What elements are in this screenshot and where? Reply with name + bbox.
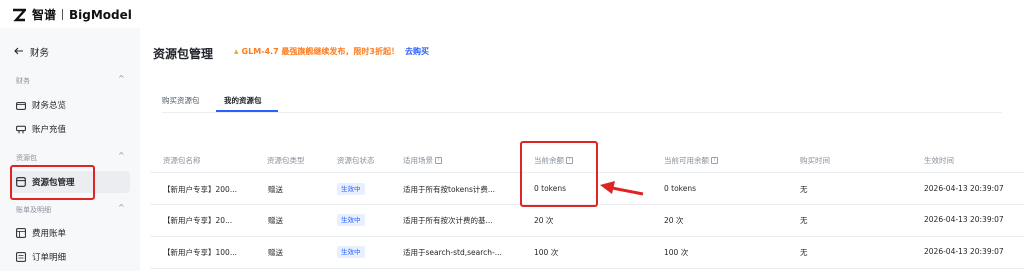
chevron-up-icon[interactable]: ^ <box>118 151 125 160</box>
column-header: 生效时间 <box>924 156 954 165</box>
status-badge: 生效中 <box>337 246 365 258</box>
folder-icon <box>16 100 26 110</box>
sidebar-group-title: 账单及明细 <box>16 206 51 214</box>
back-label: 财务 <box>30 48 50 59</box>
sidebar-group-title: 财务 <box>16 77 30 85</box>
bill-icon <box>16 228 26 238</box>
back-link[interactable]: 财务 <box>14 45 49 59</box>
zhipu-logo-icon <box>12 8 26 22</box>
sidebar-item-label: 订单明细 <box>32 253 67 263</box>
sidebar-item-label: 费用账单 <box>32 229 67 239</box>
top-bar: 智谱 BigModel <box>0 0 1024 28</box>
column-header: 资源包名称 <box>163 156 201 165</box>
row-divider <box>150 236 1024 237</box>
package-type: 赠送 <box>268 216 283 225</box>
effective-time: 2026-04-13 20:39:07 <box>924 247 1004 256</box>
package-name: 【新用户专享】20... <box>163 216 233 225</box>
effective-time: 2026-04-13 20:39:07 <box>924 215 1004 224</box>
sidebar: 财务 财务 ^ 财务总览 账户充值 资源包 ^ 资源包管理 账单及明细 ^ 费用… <box>0 28 140 271</box>
current-balance: 100 次 <box>534 248 559 257</box>
brand-logo[interactable]: 智谱 BigModel <box>12 6 132 23</box>
available-balance: 0 tokens <box>664 184 697 193</box>
effective-time: 2026-04-13 20:39:07 <box>924 184 1004 193</box>
promo-buy-link[interactable]: 去购买 <box>405 46 429 57</box>
tab-bar: 购买资源包 我的资源包 <box>162 92 1002 113</box>
package-name: 【新用户专享】200... <box>163 185 237 194</box>
package-scene: 适用于所有按次计费的基... <box>403 216 493 225</box>
row-divider <box>150 268 1024 269</box>
package-name: 【新用户专享】100... <box>163 248 237 257</box>
tab-divider <box>162 112 1002 113</box>
tab-buy-package[interactable]: 购买资源包 <box>162 95 200 106</box>
promo-banner: ▴ GLM-4.7 最强旗舰继续发布，限时3折起！ 去购买 <box>234 46 429 57</box>
highlight-box <box>10 165 95 200</box>
package-scene: 适用于search-std,search-... <box>403 248 502 257</box>
column-header: 适用场景 i <box>403 155 442 166</box>
arrow-left-icon <box>14 47 24 58</box>
current-balance: 20 次 <box>534 216 554 225</box>
chevron-up-icon[interactable]: ^ <box>118 74 125 83</box>
status-badge: 生效中 <box>337 183 365 195</box>
main-content: 资源包管理 ▴ GLM-4.7 最强旗舰继续发布，限时3折起！ 去购买 购买资源… <box>140 28 1024 271</box>
status-badge: 生效中 <box>337 214 365 226</box>
purchase-time: 无 <box>800 216 808 225</box>
purchase-time: 无 <box>800 185 808 194</box>
sidebar-item-orders[interactable]: 订单明细 <box>10 246 130 268</box>
column-header: 资源包类型 <box>267 156 305 165</box>
chevron-up-icon[interactable]: ^ <box>118 203 125 212</box>
sidebar-group-title: 资源包 <box>16 154 37 162</box>
brand-cn: 智谱 <box>32 8 57 22</box>
promo-text: GLM-4.7 最强旗舰继续发布，限时3折起！ <box>241 47 399 56</box>
info-icon[interactable]: i <box>711 157 718 164</box>
sidebar-item-label: 财务总览 <box>32 101 67 111</box>
fire-icon: ▴ <box>234 46 239 57</box>
sidebar-item-label: 账户充值 <box>32 125 67 135</box>
page-title: 资源包管理 <box>153 47 214 61</box>
package-scene: 适用于所有按tokens计费... <box>403 185 496 194</box>
available-balance: 100 次 <box>664 248 689 257</box>
package-type: 赠送 <box>268 248 283 257</box>
arrow-left-annotation-icon <box>598 180 644 203</box>
column-header: 当前可用余额 i <box>664 155 718 166</box>
sidebar-item-bills[interactable]: 费用账单 <box>10 222 130 244</box>
purchase-time: 无 <box>800 248 808 257</box>
tab-my-packages[interactable]: 我的资源包 <box>224 95 262 106</box>
available-balance: 20 次 <box>664 216 684 225</box>
brand-en: BigModel <box>69 7 132 22</box>
info-icon[interactable]: i <box>435 157 442 164</box>
brand-divider <box>62 9 64 20</box>
sidebar-item-recharge[interactable]: 账户充值 <box>10 118 130 140</box>
sidebar-item-finance-overview[interactable]: 财务总览 <box>10 94 130 116</box>
order-icon <box>16 252 26 262</box>
package-type: 赠送 <box>268 185 283 194</box>
wallet-icon <box>16 124 26 134</box>
column-header: 购买时间 <box>800 156 830 165</box>
highlight-box <box>520 141 598 207</box>
column-header: 资源包状态 <box>337 156 375 165</box>
